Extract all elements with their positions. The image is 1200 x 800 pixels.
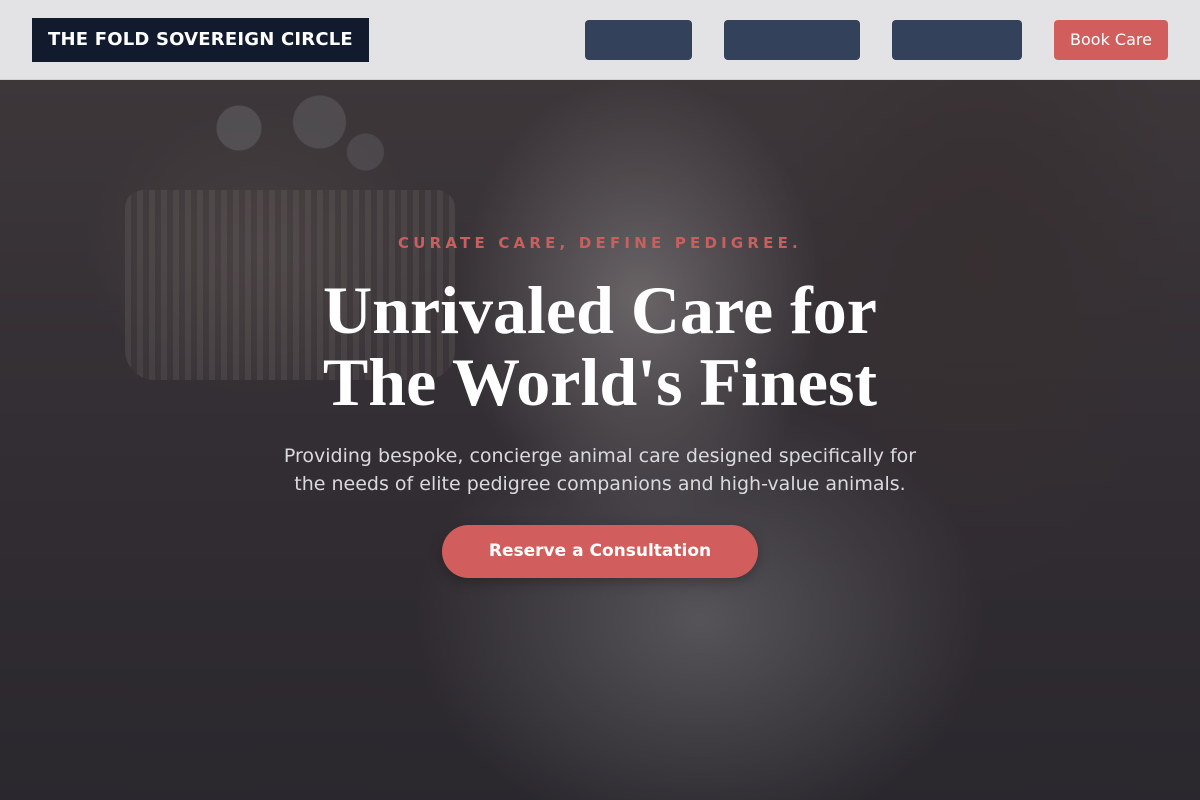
subtext-line-2: the needs of elite pedigree companions a… [294,473,906,495]
headline-line-2: The World's Finest [322,344,878,420]
headline-line-1: Unrivaled Care for [323,272,877,348]
nav-link-1[interactable] [585,20,692,60]
nav-link-2[interactable] [724,20,860,60]
site-header: THE FOLD SOVEREIGN CIRCLE Book Care [0,0,1200,80]
book-care-button[interactable]: Book Care [1054,20,1168,60]
hero-eyebrow: CURATE CARE, DEFINE PEDIGREE. [398,234,802,252]
hero-subtext: Providing bespoke, concierge animal care… [250,442,950,498]
subtext-line-1: Providing bespoke, concierge animal care… [283,445,917,467]
hero-headline: Unrivaled Care for The World's Finest [200,274,1000,418]
brand-logo[interactable]: THE FOLD SOVEREIGN CIRCLE [32,18,369,62]
reserve-consultation-button[interactable]: Reserve a Consultation [442,525,758,578]
nav-link-3[interactable] [892,20,1022,60]
